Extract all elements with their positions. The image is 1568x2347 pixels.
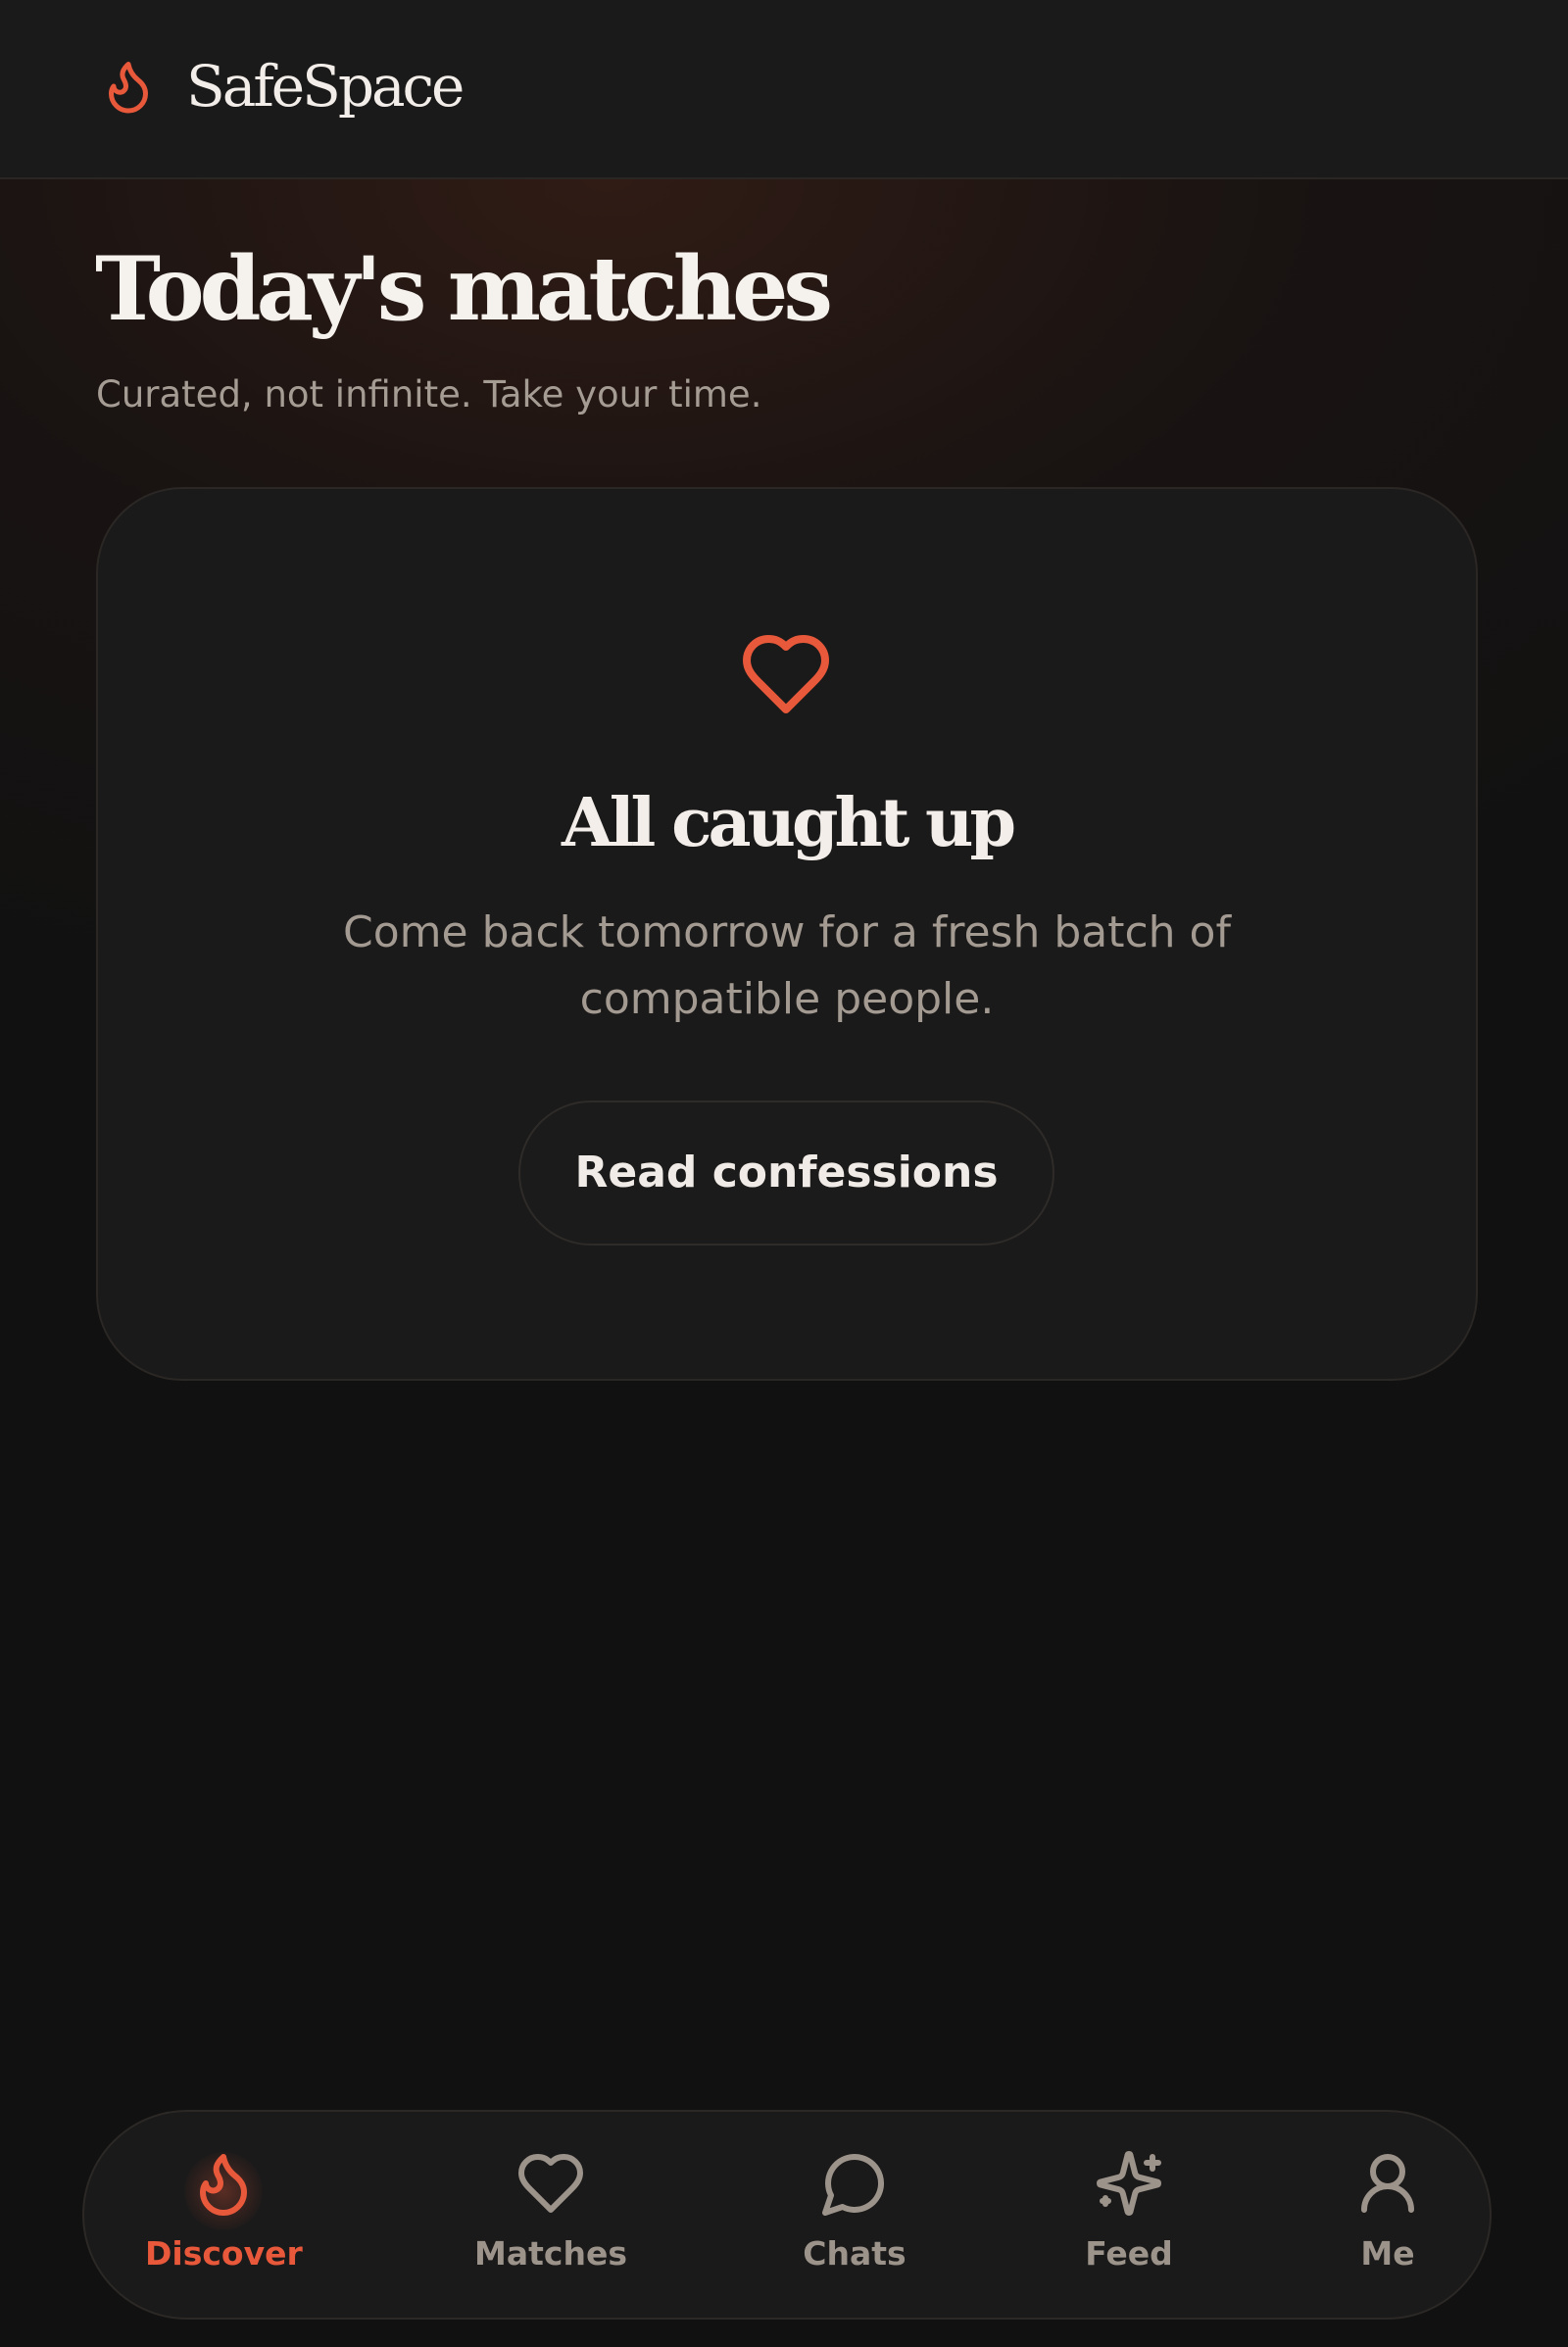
page-title: Today's matches xyxy=(95,237,833,341)
empty-state-message: Come back tomorrow for a fresh batch of … xyxy=(343,907,1231,1024)
flame-icon xyxy=(109,62,148,114)
user-icon xyxy=(1361,2154,1414,2213)
nav-label-me: Me xyxy=(1360,2234,1415,2273)
nav-label-discover: Discover xyxy=(145,2234,303,2273)
read-confessions-button[interactable]: Read confessions xyxy=(518,1100,1054,1246)
nav-item-me[interactable]: Me xyxy=(1309,2127,1466,2303)
app-screen: SafeSpace Today's matches Curated, not i… xyxy=(0,0,1568,2347)
nav-label-matches: Matches xyxy=(474,2234,627,2273)
nav-item-chats[interactable]: Chats xyxy=(776,2127,933,2303)
heart-icon xyxy=(743,635,829,713)
brand-name: SafeSpace xyxy=(186,53,465,120)
heart-icon xyxy=(518,2154,583,2213)
page-subtitle: Curated, not infinite. Take your time. xyxy=(96,373,762,416)
nav-item-matches[interactable]: Matches xyxy=(472,2127,629,2303)
flame-icon xyxy=(200,2154,247,2216)
sparkles-icon xyxy=(1097,2151,1161,2216)
empty-state-title: All caught up xyxy=(561,784,1016,862)
nav-item-discover[interactable]: Discover xyxy=(145,2127,303,2303)
chat-bubble-icon xyxy=(822,2153,885,2216)
nav-label-chats: Chats xyxy=(803,2234,906,2273)
nav-label-feed: Feed xyxy=(1085,2234,1173,2273)
nav-item-feed[interactable]: Feed xyxy=(1051,2127,1207,2303)
top-header: SafeSpace xyxy=(0,0,1568,179)
